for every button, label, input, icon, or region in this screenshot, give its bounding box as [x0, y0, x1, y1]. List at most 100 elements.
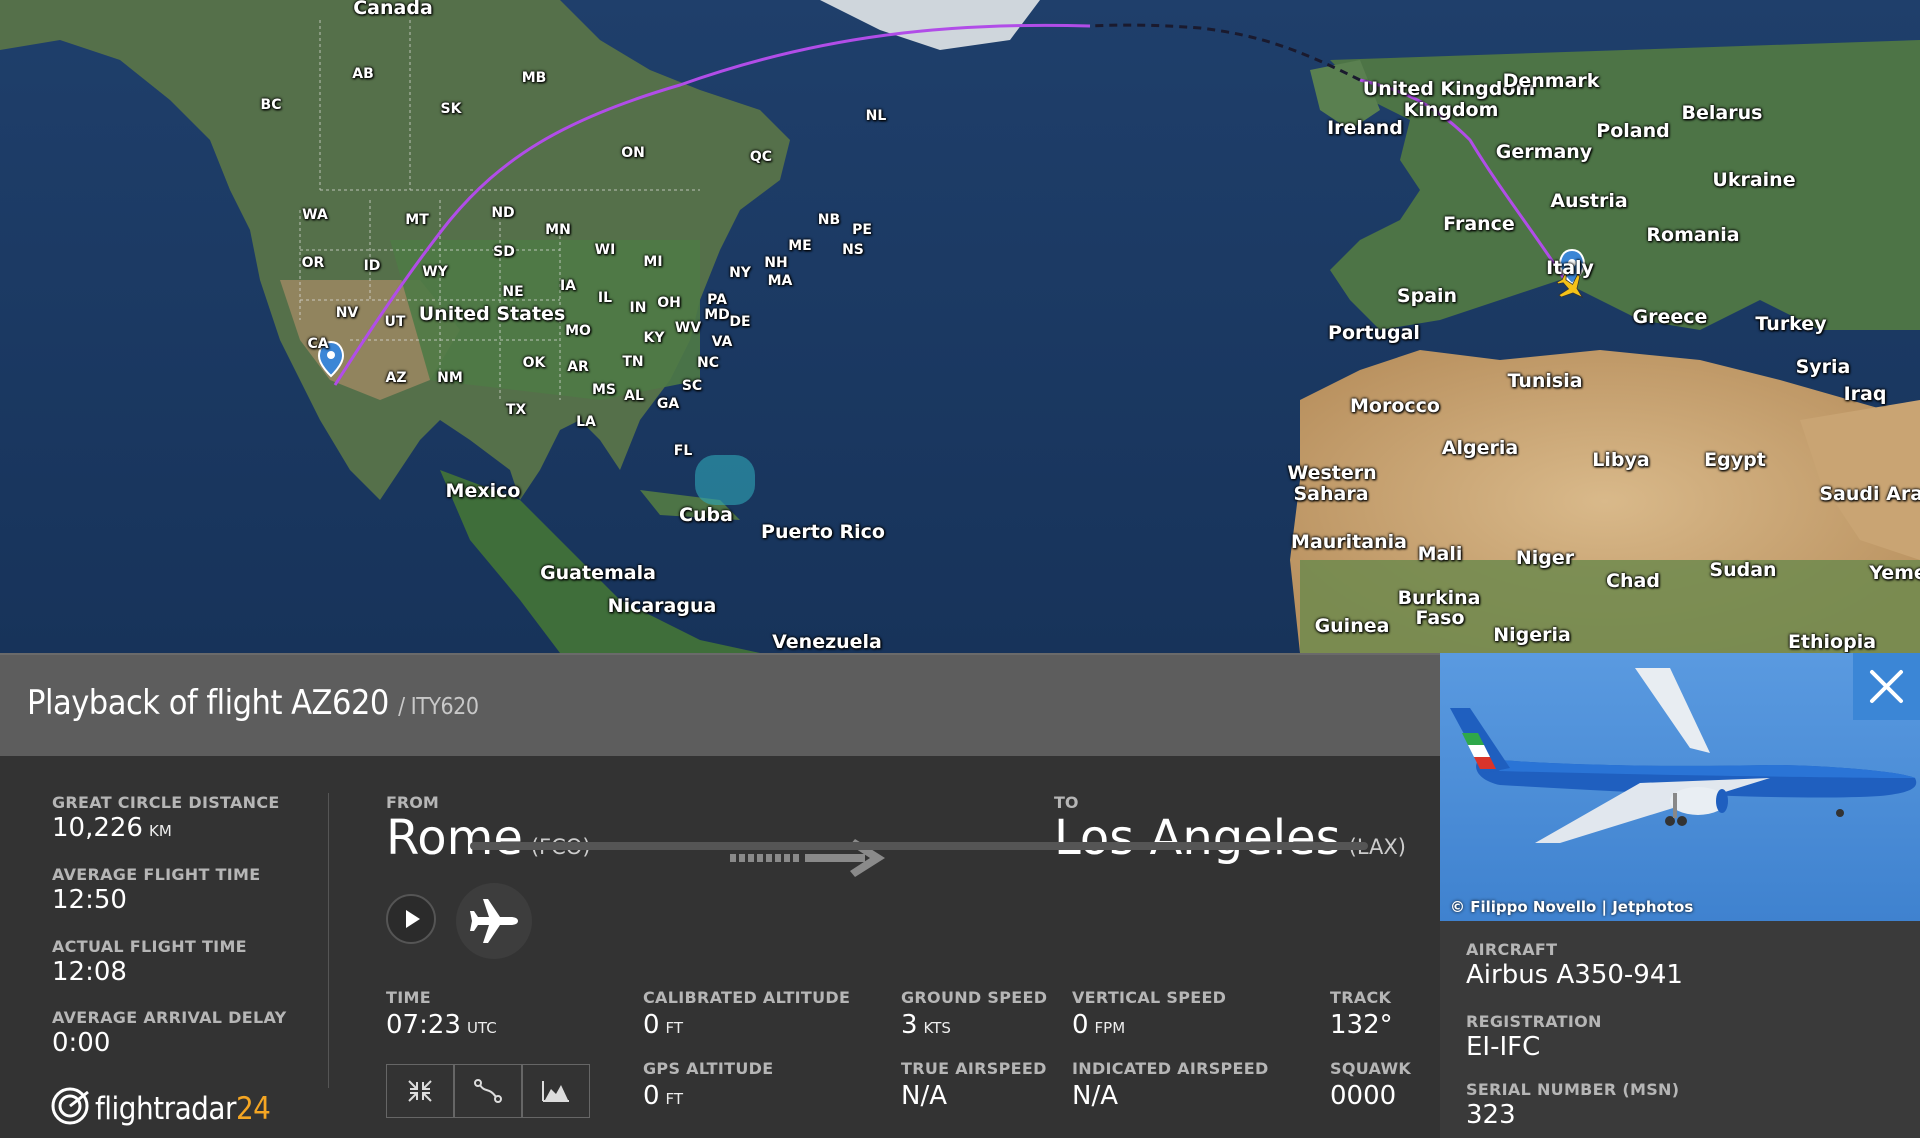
map-label-state: AL: [624, 388, 644, 404]
map-label-state: AB: [352, 66, 374, 82]
ground-speed-value: 3 KTS: [901, 1010, 951, 1040]
time-label: TIME: [386, 988, 431, 1007]
vertical-speed-value: 0 FPM: [1072, 1010, 1126, 1040]
aircraft-photo[interactable]: © Filippo Novello | Jetphotos: [1440, 653, 1920, 921]
map-label-country: Tunisia: [1507, 370, 1583, 392]
map-label-country: Algeria: [1441, 437, 1519, 459]
delay-label: AVERAGE ARRIVAL DELAY: [52, 1008, 287, 1027]
map-label-state: NC: [697, 355, 719, 371]
map-label-state: MD: [704, 307, 730, 323]
map-label-state: WI: [594, 242, 616, 258]
map-label-country: Burkina: [1397, 587, 1481, 609]
map-label-state: PA: [707, 292, 727, 308]
map-label-state: QC: [749, 149, 773, 165]
map-label-state: OK: [522, 355, 546, 371]
map-label-country: Venezuela: [772, 631, 882, 653]
photo-credit[interactable]: © Filippo Novello | Jetphotos: [1450, 898, 1693, 916]
map-label-country: Canada: [353, 0, 433, 19]
map-label-country: Spain: [1396, 285, 1458, 307]
map-label-country: Mexico: [445, 480, 521, 502]
page-title: Playback of flight AZ620 / ITY620: [27, 683, 479, 723]
panel-header: Playback of flight AZ620 / ITY620: [0, 653, 1440, 756]
map-label-country: Saudi Arab: [1819, 483, 1920, 505]
map-label-country: Chad: [1606, 570, 1660, 592]
map-label-state: NH: [764, 255, 788, 271]
chart-icon: [542, 1081, 569, 1102]
map-label-state: CA: [307, 336, 329, 352]
map-label-state: NS: [842, 242, 864, 258]
registration-value: EI-IFC: [1466, 1032, 1541, 1062]
flightradar24-logo[interactable]: flightradar24: [95, 1091, 271, 1127]
map-label-country: Germany: [1495, 141, 1593, 163]
map-label-state: PE: [852, 222, 872, 238]
map-label-state: KY: [643, 330, 665, 346]
aircraft-label: AIRCRAFT: [1466, 940, 1558, 959]
map-label-state: OH: [657, 295, 681, 311]
avg-time-value: 12:50: [52, 885, 127, 915]
map-label-country: Yeme: [1869, 562, 1920, 584]
map-label-country: Guatemala: [540, 562, 656, 584]
airplane-icon: [470, 899, 518, 943]
flightradar24-logo-icon[interactable]: [50, 1086, 90, 1126]
close-button[interactable]: [1853, 653, 1920, 720]
aircraft-photo-image: [1440, 653, 1920, 921]
map-label-state: UT: [384, 314, 406, 330]
map-label-country: Morocco: [1350, 395, 1440, 417]
map-label-country: Poland: [1596, 120, 1670, 142]
map-label-state: AZ: [385, 370, 407, 386]
map-label-state: AR: [567, 359, 589, 375]
ground-speed-label: GROUND SPEED: [901, 988, 1048, 1007]
map-label-state: ND: [491, 205, 515, 221]
calibrated-altitude-value: 0 FT: [643, 1010, 684, 1040]
map-label-country: Turkey: [1755, 313, 1827, 335]
map-label-state: WV: [674, 320, 702, 336]
map-label-country: Nigeria: [1493, 624, 1571, 646]
indicated-airspeed-value: N/A: [1072, 1081, 1118, 1111]
indicated-airspeed-label: INDICATED AIRSPEED: [1072, 1059, 1269, 1078]
map-label-country: Greece: [1632, 306, 1708, 328]
map-label-state: MO: [565, 323, 591, 339]
squawk-value: 0000: [1330, 1081, 1397, 1111]
map-label-state: ID: [363, 258, 381, 274]
playback-scrubber[interactable]: [456, 883, 532, 959]
true-airspeed-value: N/A: [901, 1081, 947, 1111]
map-label-state: ME: [788, 238, 812, 254]
map-label-country: Kingdom: [1403, 99, 1499, 121]
actual-time-value: 12:08: [52, 957, 127, 987]
close-icon: [1870, 670, 1903, 703]
flight-info-panel: Playback of flight AZ620 / ITY620 GREAT …: [0, 653, 1440, 1138]
serial-number-label: SERIAL NUMBER (MSN): [1466, 1080, 1680, 1099]
flight-map[interactable]: Canada United States Mexico Cuba Puerto …: [0, 0, 1920, 653]
stats-divider: [328, 793, 329, 1088]
true-airspeed-label: TRUE AIRSPEED: [901, 1059, 1047, 1078]
map-label-country: Syria: [1795, 356, 1851, 378]
vertical-speed-label: VERTICAL SPEED: [1072, 988, 1227, 1007]
map-label-country: Iraq: [1843, 383, 1887, 405]
map-label-state: GA: [656, 396, 680, 412]
map-label-country: Ethiopia: [1787, 631, 1877, 653]
from-city[interactable]: Rome(FCO): [386, 810, 591, 866]
show-route-button[interactable]: [454, 1064, 522, 1118]
track-label: TRACK: [1330, 988, 1392, 1007]
gps-altitude-value: 0 FT: [643, 1081, 684, 1111]
play-icon: [406, 910, 420, 928]
flight-title: Playback of flight AZ620: [27, 683, 389, 723]
fit-view-button[interactable]: [386, 1064, 454, 1118]
gcd-value: 10,226 KM: [52, 813, 172, 843]
map-label-state: DE: [729, 314, 751, 330]
map-label-state: MN: [545, 222, 571, 238]
panel-body: GREAT CIRCLE DISTANCE 10,226 KM AVERAGE F…: [0, 756, 1440, 1138]
map-label-state: MS: [591, 382, 617, 398]
map-label-country: Faso: [1415, 607, 1465, 629]
calibrated-altitude-label: CALIBRATED ALTITUDE: [643, 988, 851, 1007]
play-button[interactable]: [386, 894, 436, 944]
playback-timeline[interactable]: [470, 842, 1368, 850]
map-label-state: ON: [621, 145, 645, 161]
map-label-country: Ukraine: [1712, 169, 1796, 191]
map-label-state: MT: [405, 212, 429, 228]
map-label-country: Sahara: [1293, 483, 1369, 505]
to-city[interactable]: Los Angeles (LAX): [1054, 810, 1406, 866]
altitude-graph-button[interactable]: [522, 1064, 590, 1118]
map-label-state: MA: [767, 273, 793, 289]
map-label-country: Portugal: [1328, 322, 1420, 344]
